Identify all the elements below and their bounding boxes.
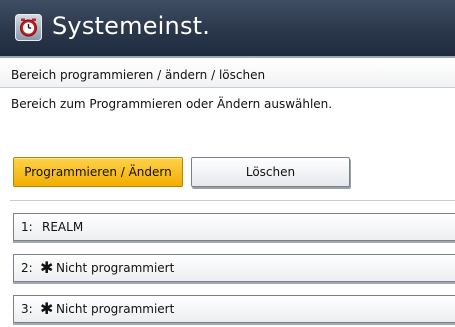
instruction-text: Bereich zum Programmieren oder Ändern au… [11,97,333,111]
not-programmed-star-icon: ✱ [40,258,54,277]
realm-number: 3: [21,302,33,316]
tab-program-change[interactable]: Programmieren / Ändern [13,157,183,187]
realm-name: Nicht programmiert [56,261,175,275]
clock-settings-icon [15,14,42,41]
realm-number: 1: [21,220,33,234]
window-title: Systemeinst. [52,12,211,40]
realm-name: REALM [42,220,84,234]
section-header: Bereich programmieren / ändern / löschen [0,60,455,88]
title-bar: Systemeinst. [0,0,455,58]
realm-name: Nicht programmiert [56,302,175,316]
realm-number: 2: [21,261,33,275]
not-programmed-star-icon: ✱ [40,299,54,318]
realm-item-2[interactable]: 2: ✱ Nicht programmiert [13,254,455,282]
section-header-text: Bereich programmieren / ändern / löschen [11,68,266,82]
divider [10,200,455,201]
realm-item-1[interactable]: 1: REALM [13,213,455,241]
realm-item-3[interactable]: 3: ✱ Nicht programmiert [13,295,455,323]
tab-delete[interactable]: Löschen [191,157,350,187]
